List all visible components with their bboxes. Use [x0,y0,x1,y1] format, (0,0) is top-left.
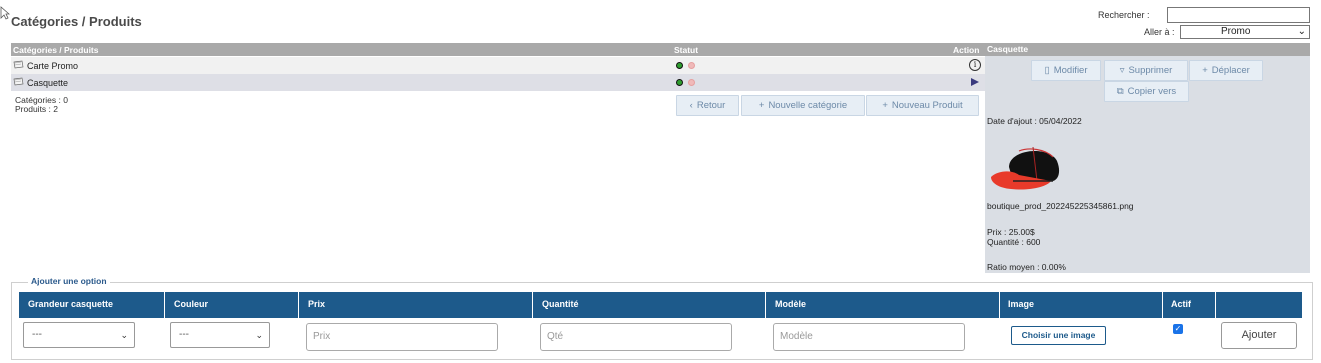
copy-button[interactable]: ⧉ Copier vers [1104,81,1189,102]
copy-label: Copier vers [1127,86,1177,97]
back-button[interactable]: ‹ Retour [676,95,739,116]
ratio-text: Ratio moyen : 0.00% [987,262,1066,272]
page-title: Catégories / Produits [11,14,142,29]
product-image [991,146,1060,190]
quantity-input[interactable]: Qté [540,323,732,351]
product-count: Produits : 2 [15,104,58,114]
goto-select[interactable]: Promo ⌄ [1180,25,1310,39]
new-category-label: Nouvelle catégorie [768,100,848,111]
header-name: Catégories / Produits [13,45,99,55]
option-legend: Ajouter une option [28,276,110,286]
status-inactive-icon[interactable] [688,79,695,86]
col-quantity: Quantité [542,299,579,309]
move-button[interactable]: + Déplacer [1189,60,1263,81]
chevron-left-icon: ‹ [689,100,693,111]
goto-selected-value: Promo [1221,26,1251,37]
mouse-cursor-icon [0,6,10,20]
header-action: Action [953,45,980,55]
size-select-value: --- [32,329,42,340]
chevron-down-icon: ⌄ [1297,26,1306,37]
plus-icon: + [882,100,888,111]
new-product-button[interactable]: + Nouveau Produit [866,95,979,116]
price-text: Prix : 25.00$ [987,227,1035,237]
size-select[interactable]: --- ⌄ [23,322,135,348]
delete-label: Supprimer [1128,65,1173,76]
col-price: Prix [308,299,326,309]
col-model: Modèle [775,299,807,309]
page-root: Catégories / Produits Rechercher : Aller… [0,0,1321,363]
status-inactive-icon[interactable] [688,62,695,69]
chevron-down-icon: ⌄ [120,330,128,340]
category-icon [13,60,24,69]
counts: Catégories : 0 Produits : 2 [15,96,68,114]
list-item[interactable]: Carte Promo i [11,57,985,74]
back-button-label: Retour [696,100,726,111]
price-input[interactable]: Prix [306,323,498,351]
new-product-label: Nouveau Produit [891,100,963,111]
image-filename: boutique_prod_202245225345861.png [987,201,1134,211]
search-label: Rechercher : [1098,10,1150,20]
option-table-header: Grandeur casquette Couleur Prix Quantité… [19,292,1302,318]
date-added: Date d'ajout : 05/04/2022 [987,116,1082,126]
color-select-value: --- [179,329,189,340]
goto-label: Aller à : [1144,27,1175,37]
col-size: Grandeur casquette [28,299,114,309]
edit-label: Modifier [1053,65,1088,76]
col-color: Couleur [174,299,209,309]
plus-icon: + [758,100,765,111]
status-active-icon[interactable] [676,79,683,86]
copy-icon: ⧉ [1116,86,1124,97]
delete-button[interactable]: ▿ Supprimer [1104,60,1188,81]
list-item-label[interactable]: Carte Promo [27,61,78,71]
new-category-button[interactable]: + Nouvelle catégorie [741,95,865,116]
status-active-icon[interactable] [676,62,683,69]
edit-icon: ▯ [1044,65,1050,76]
list-item[interactable]: Casquette [11,74,985,91]
play-arrow-icon[interactable] [971,78,979,86]
move-label: Déplacer [1211,65,1250,76]
quantity-text: Quantité : 600 [987,237,1041,247]
col-active: Actif [1171,299,1191,309]
search-input[interactable] [1167,7,1310,23]
col-image: Image [1008,299,1035,309]
trash-icon: ▿ [1119,65,1125,76]
edit-button[interactable]: ▯ Modifier [1031,60,1101,81]
move-icon: + [1202,65,1208,76]
header-status: Statut [674,45,699,55]
product-icon [13,77,24,86]
active-checkbox[interactable]: ✓ [1173,324,1183,334]
list-item-label[interactable]: Casquette [27,78,68,88]
add-option-button[interactable]: Ajouter [1221,322,1297,349]
list-header: Catégories / Produits Statut Action [11,43,985,56]
chevron-down-icon: ⌄ [255,330,263,340]
detail-panel-title: Casquette [985,43,1310,56]
choose-image-button[interactable]: Choisir une image [1011,326,1106,345]
info-icon[interactable]: i [969,59,981,71]
color-select[interactable]: --- ⌄ [170,322,270,348]
model-input[interactable]: Modèle [773,323,965,351]
